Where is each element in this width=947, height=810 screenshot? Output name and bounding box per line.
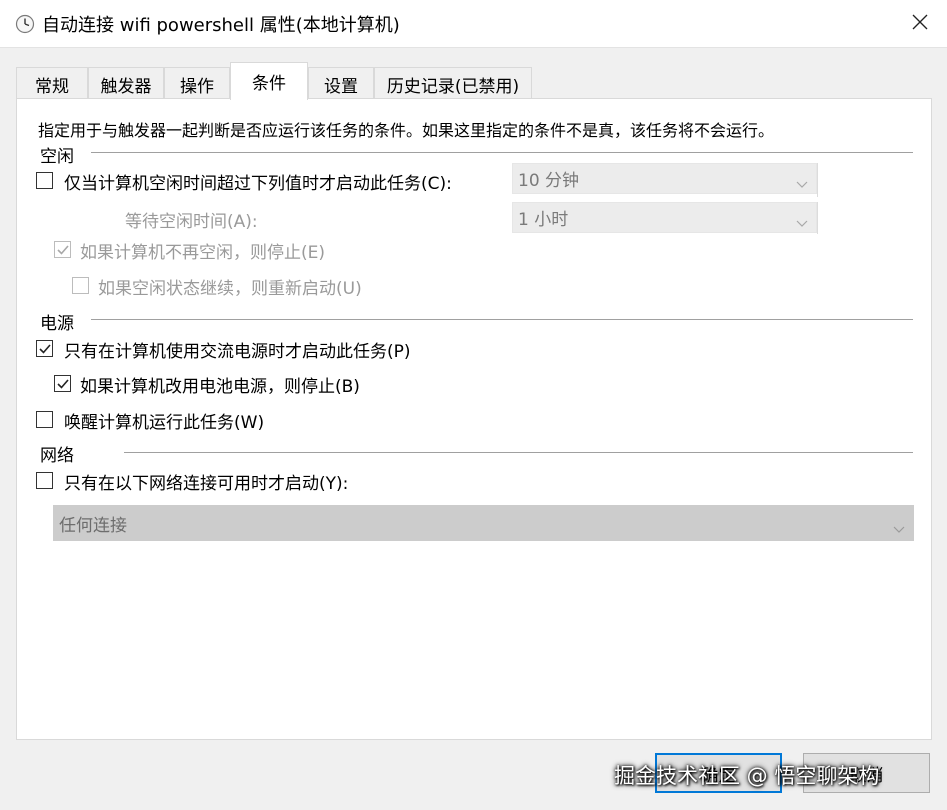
ok-button[interactable]: 确定 [655, 753, 782, 793]
cancel-button[interactable]: 取消 [803, 753, 930, 793]
start-if-idle-label: 仅当计算机空闲时间超过下列值时才启动此任务(C): [64, 174, 452, 194]
stop-on-battery-label: 如果计算机改用电池电源，则停止(B) [80, 377, 360, 397]
group-divider-idle [91, 152, 913, 153]
chevron-down-icon [796, 174, 808, 194]
conditions-intro: 指定用于与触发器一起判断是否应运行该任务的条件。如果这里指定的条件不是真，该任务… [38, 121, 775, 140]
stop-on-battery-checkbox[interactable] [54, 375, 71, 392]
start-if-idle-checkbox[interactable] [36, 172, 53, 189]
group-label-idle: 空闲 [40, 147, 74, 167]
network-connection-value: 任何连接 [59, 515, 127, 536]
close-button[interactable] [893, 0, 947, 48]
window-title: 自动连接 wifi powershell 属性(本地计算机) [42, 15, 400, 36]
stop-if-not-idle-checkbox[interactable] [54, 241, 71, 258]
ac-only-label: 只有在计算机使用交流电源时才启动此任务(P) [64, 342, 411, 362]
wake-to-run-label: 唤醒计算机运行此任务(W) [64, 413, 265, 433]
wait-duration-select[interactable]: 1 小时 [512, 202, 817, 233]
tab-history[interactable]: 历史记录(已禁用) [374, 67, 532, 100]
group-divider-network [124, 452, 913, 453]
group-label-power: 电源 [40, 314, 74, 334]
start-if-network-checkbox[interactable] [36, 472, 53, 489]
clock-icon [15, 14, 35, 34]
stop-if-not-idle-label: 如果计算机不再空闲，则停止(E) [80, 243, 326, 263]
tab-general[interactable]: 常规 [16, 67, 88, 100]
group-divider-power [91, 319, 913, 320]
restart-if-idle-checkbox[interactable] [72, 277, 89, 294]
wake-to-run-checkbox[interactable] [36, 411, 53, 428]
tab-settings[interactable]: 设置 [308, 67, 374, 100]
title-bar: 自动连接 wifi powershell 属性(本地计算机) [0, 0, 947, 48]
tab-triggers[interactable]: 触发器 [88, 67, 164, 100]
chevron-down-icon [893, 519, 905, 539]
start-if-network-label: 只有在以下网络连接可用时才启动(Y): [64, 474, 349, 494]
tab-conditions[interactable]: 条件 [230, 62, 308, 100]
group-label-network: 网络 [40, 446, 74, 466]
chevron-down-icon [796, 213, 808, 233]
wait-idle-label: 等待空闲时间(A): [125, 212, 258, 232]
restart-if-idle-label: 如果空闲状态继续，则重新启动(U) [98, 279, 362, 299]
wait-duration-value: 1 小时 [518, 210, 569, 230]
idle-duration-select[interactable]: 10 分钟 [512, 163, 817, 194]
conditions-panel: 指定用于与触发器一起判断是否应运行该任务的条件。如果这里指定的条件不是真，该任务… [16, 98, 932, 740]
properties-dialog: 自动连接 wifi powershell 属性(本地计算机) 常规 触发器 操作… [0, 0, 947, 810]
ac-only-checkbox[interactable] [36, 340, 53, 357]
combo-edge [817, 163, 818, 197]
combo-edge [817, 202, 818, 234]
close-icon [911, 13, 929, 36]
tab-actions[interactable]: 操作 [164, 67, 230, 100]
network-connection-select[interactable]: 任何连接 [53, 505, 914, 541]
idle-duration-value: 10 分钟 [518, 171, 580, 191]
